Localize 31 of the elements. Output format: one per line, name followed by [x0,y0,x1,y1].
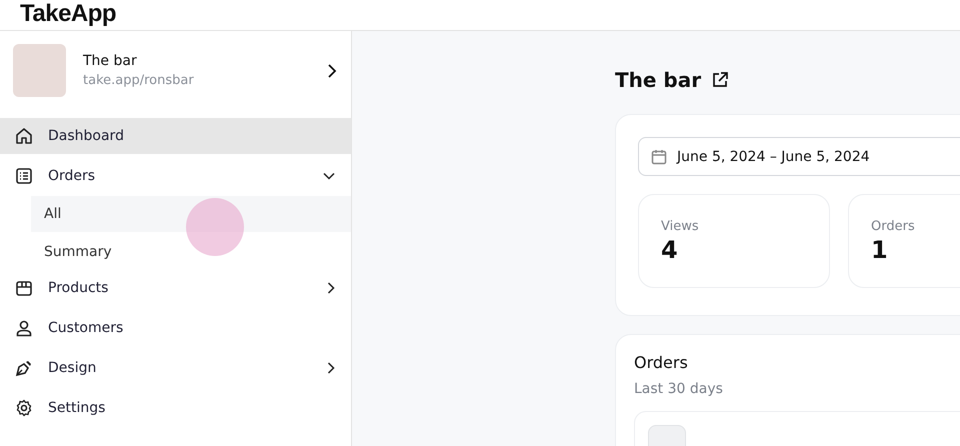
date-range-field[interactable]: June 5, 2024 – June 5, 2024 [638,137,960,176]
store-url: take.app/ronsbar [83,73,195,88]
stat-label: Views [661,219,700,234]
nav-item[interactable]: Orders [0,158,351,194]
nav-item[interactable]: Settings [0,390,351,426]
nav-subitem[interactable]: Summary [31,234,351,270]
store-switcher[interactable]: The bar take.app/ronsbar [0,31,351,97]
page-title: The bar [615,68,702,92]
store-name: The bar [83,53,138,69]
nav-item[interactable]: Products [0,270,351,306]
chevron-right-icon [327,62,337,78]
person-icon [15,319,33,337]
nav-subitem[interactable]: All [31,196,351,232]
stat-label: Orders [871,219,916,234]
stat-value: 1 [871,236,889,264]
calendar-icon [651,148,667,164]
app-logo: TakeApp [20,0,116,28]
nav-item[interactable]: Dashboard [0,118,351,154]
nav-item[interactable]: Customers [0,310,351,346]
external-link-icon[interactable] [711,71,730,89]
settings-icon [15,399,33,417]
list-icon [15,167,33,185]
box-icon [15,279,33,297]
stat-value: 4 [661,236,679,264]
pen-icon [15,359,33,377]
card-title: Orders [634,353,689,372]
store-logo-placeholder [13,44,66,97]
home-icon [15,127,33,145]
nav-item[interactable]: Design [0,350,351,386]
date-range-text: June 5, 2024 – June 5, 2024 [677,148,870,164]
card-subtitle: Last 30 days [634,381,724,397]
